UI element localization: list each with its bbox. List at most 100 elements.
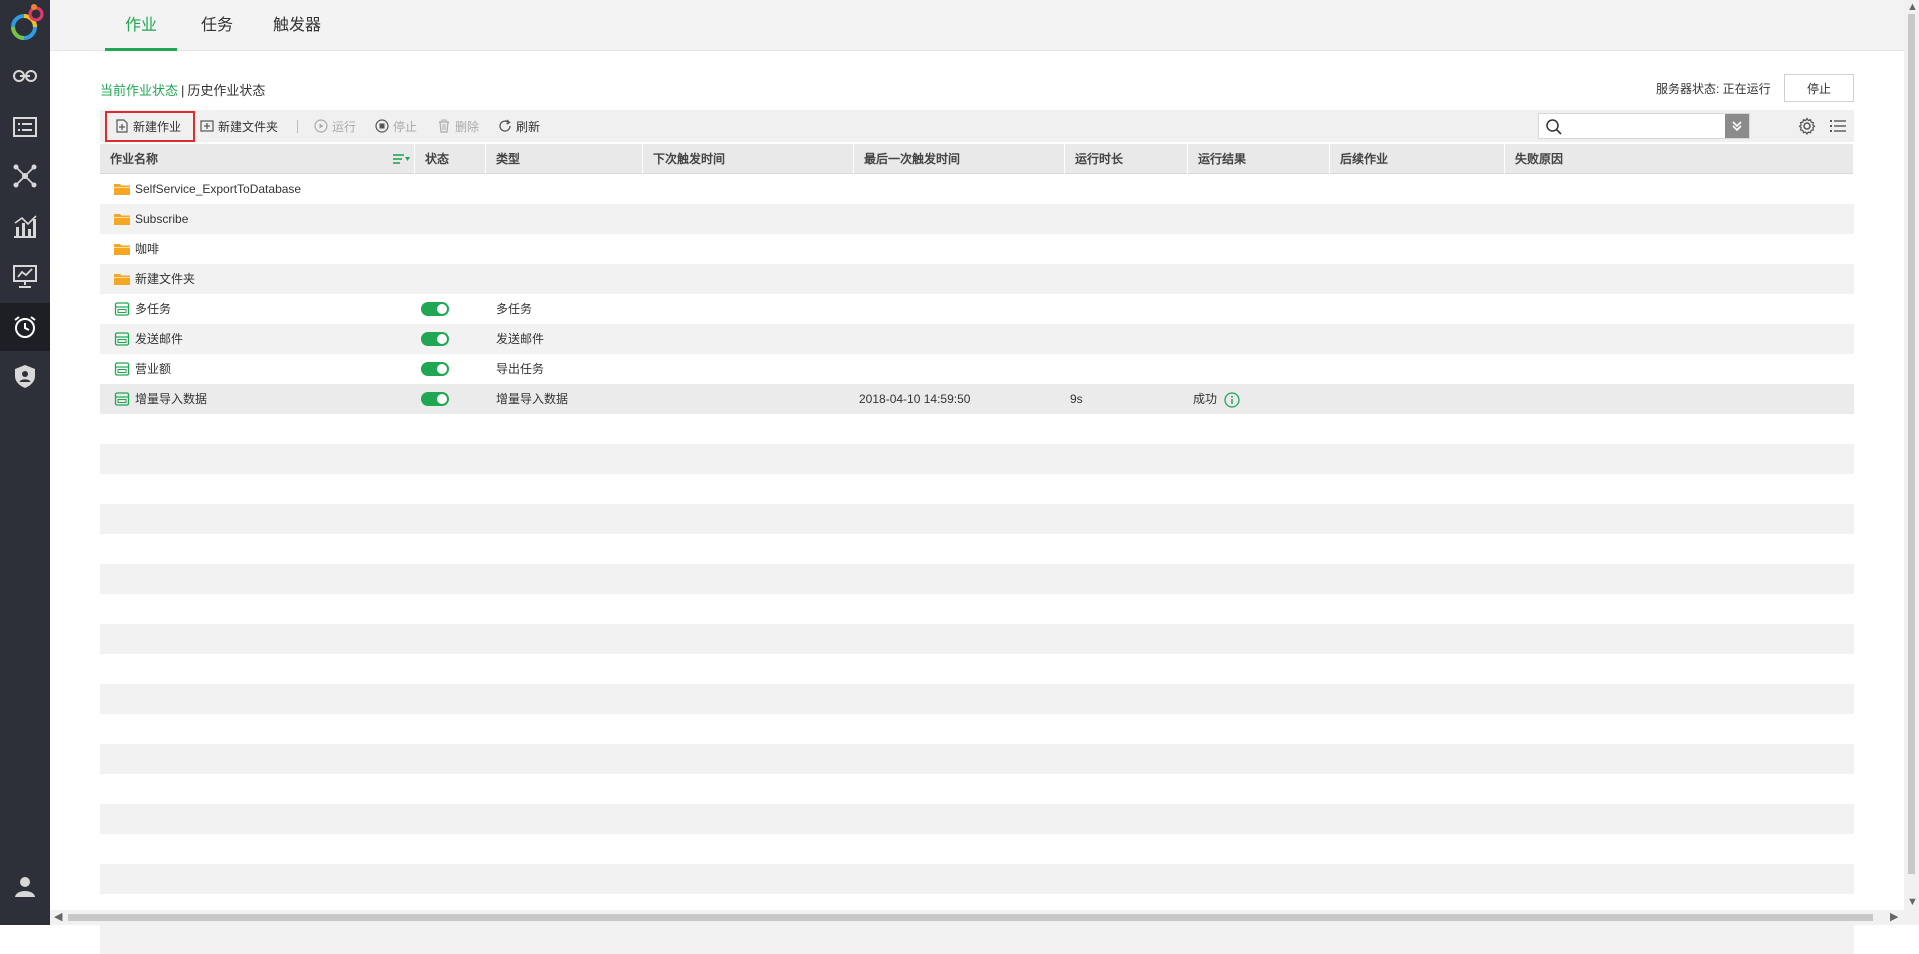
col-header-duration[interactable]: 运行时长 <box>1065 144 1188 174</box>
table-row[interactable]: 新建文件夹 <box>100 264 1854 294</box>
stop-job-button[interactable]: 停止 <box>375 110 417 142</box>
sort-filter-icon[interactable] <box>393 153 411 165</box>
run-button[interactable]: 运行 <box>314 110 356 142</box>
job-name: SelfService_ExportToDatabase <box>135 182 302 196</box>
sidebar-item-security[interactable] <box>0 352 50 400</box>
search-input[interactable] <box>1567 116 1717 136</box>
job-name: 新建文件夹 <box>135 272 196 286</box>
table-row[interactable]: 增量导入数据 增量导入数据 2018-04-10 14:59:50 9s 成功 <box>100 384 1854 414</box>
job-enabled-toggle[interactable] <box>421 332 449 346</box>
scroll-down-arrow-icon[interactable]: ▼ <box>1907 895 1918 910</box>
gear-icon[interactable] <box>1798 117 1816 135</box>
job-type: 导出任务 <box>496 362 545 376</box>
table-row[interactable]: 多任务 多任务 <box>100 294 1854 324</box>
run-result: 成功 <box>1193 384 1241 414</box>
sidebar-item-analysis[interactable] <box>0 202 50 250</box>
col-header-last-trigger[interactable]: 最后一次触发时间 <box>854 144 1065 174</box>
job-name-cell: 咖啡 <box>114 234 159 264</box>
tab-tasks[interactable]: 任务 <box>190 0 244 51</box>
job-toolbar: 新建作业 新建文件夹 运行 停止 删除 刷新 <box>100 110 1854 142</box>
col-header-type[interactable]: 类型 <box>486 144 643 174</box>
history-job-status-link[interactable]: 历史作业状态 <box>187 83 265 98</box>
empty-row <box>100 504 1854 534</box>
info-icon[interactable] <box>1224 392 1241 408</box>
new-job-button[interactable]: 新建作业 <box>115 110 181 142</box>
col-header-followup[interactable]: 后续作业 <box>1330 144 1505 174</box>
run-result-text: 成功 <box>1193 392 1218 406</box>
job-name: 发送邮件 <box>135 332 184 346</box>
job-enabled-toggle[interactable] <box>421 362 449 376</box>
app-logo <box>4 2 48 46</box>
scroll-right-arrow-icon[interactable]: ▶ <box>1890 910 1898 925</box>
job-type: 发送邮件 <box>496 332 545 346</box>
col-header-result[interactable]: 运行结果 <box>1188 144 1330 174</box>
new-folder-icon <box>200 120 214 132</box>
job-name: Subscribe <box>135 212 189 226</box>
tab-triggers[interactable]: 触发器 <box>262 0 332 51</box>
column-list-icon[interactable] <box>1829 117 1847 135</box>
col-header-status[interactable]: 状态 <box>415 144 486 174</box>
toolbar-divider <box>297 120 298 133</box>
delete-label: 删除 <box>455 119 480 134</box>
alarm-clock-icon <box>14 316 36 338</box>
folder-icon <box>114 214 130 225</box>
job-icon <box>114 302 130 316</box>
sidebar-item-link[interactable] <box>0 52 50 100</box>
table-row[interactable]: 营业额 导出任务 <box>100 354 1854 384</box>
network-icon <box>13 164 37 188</box>
job-enabled-toggle[interactable] <box>421 302 449 316</box>
tab-jobs[interactable]: 作业 <box>105 0 177 51</box>
sidebar-item-network[interactable] <box>0 152 50 200</box>
col-header-job-name[interactable]: 作业名称 <box>100 144 415 174</box>
stop-server-button[interactable]: 停止 <box>1784 74 1854 102</box>
vertical-scroll-thumb[interactable] <box>1908 14 1915 874</box>
job-enabled-toggle[interactable] <box>421 392 449 406</box>
job-name: 营业额 <box>135 362 172 376</box>
job-icon <box>114 332 130 346</box>
stop-job-label: 停止 <box>393 119 418 134</box>
col-header-failure-reason[interactable]: 失败原因 <box>1505 144 1854 174</box>
job-name-cell: Subscribe <box>114 204 188 234</box>
table-row[interactable]: 咖啡 <box>100 234 1854 264</box>
empty-row <box>100 534 1854 564</box>
scroll-left-arrow-icon[interactable]: ◀ <box>54 910 62 925</box>
job-name-cell: 营业额 <box>114 354 171 384</box>
refresh-label: 刷新 <box>516 119 541 134</box>
empty-row <box>100 714 1854 744</box>
table-row[interactable]: Subscribe <box>100 204 1854 234</box>
table-row[interactable]: SelfService_ExportToDatabase <box>100 174 1854 204</box>
double-chevron-down-icon <box>1732 121 1742 132</box>
job-name-cell: 新建文件夹 <box>114 264 195 294</box>
new-folder-button[interactable]: 新建文件夹 <box>200 110 278 142</box>
scroll-up-arrow-icon[interactable]: ▲ <box>1907 0 1918 15</box>
trash-icon <box>439 119 449 133</box>
horizontal-scroll-thumb[interactable] <box>68 914 1873 921</box>
play-icon <box>314 119 328 133</box>
refresh-button[interactable]: 刷新 <box>498 110 540 142</box>
table-header: 作业名称 状态 类型 下次触发时间 最后一次触发时间 运行时长 运行结果 后续作… <box>100 144 1854 174</box>
empty-row <box>100 444 1854 474</box>
job-name: 咖啡 <box>135 242 160 256</box>
run-duration: 9s <box>1070 392 1083 406</box>
search-dropdown-button[interactable] <box>1725 114 1749 138</box>
col-header-next-trigger[interactable]: 下次触发时间 <box>643 144 854 174</box>
sidebar-item-user[interactable] <box>0 862 50 910</box>
refresh-icon <box>499 119 511 132</box>
list-card-icon <box>13 117 37 137</box>
sidebar-item-schedule[interactable] <box>0 303 50 351</box>
search-box <box>1538 113 1750 139</box>
empty-row <box>100 414 1854 444</box>
vertical-scrollbar[interactable]: ▲ ▼ <box>1904 0 1919 910</box>
user-icon <box>15 877 35 897</box>
horizontal-scrollbar[interactable]: ◀ ▶ <box>50 910 1919 925</box>
folder-icon <box>114 274 130 285</box>
delete-button[interactable]: 删除 <box>437 110 479 142</box>
job-name-cell: 增量导入数据 <box>114 384 207 414</box>
table-row[interactable]: 发送邮件 发送邮件 <box>100 324 1854 354</box>
sidebar-item-presentation[interactable] <box>0 252 50 300</box>
sidebar-item-list[interactable] <box>0 103 50 151</box>
last-trigger-time: 2018-04-10 14:59:50 <box>859 392 971 406</box>
job-status-switch: 当前作业状态 | 历史作业状态 <box>100 80 265 99</box>
sidebar <box>0 0 50 925</box>
current-job-status-link[interactable]: 当前作业状态 <box>100 83 178 98</box>
